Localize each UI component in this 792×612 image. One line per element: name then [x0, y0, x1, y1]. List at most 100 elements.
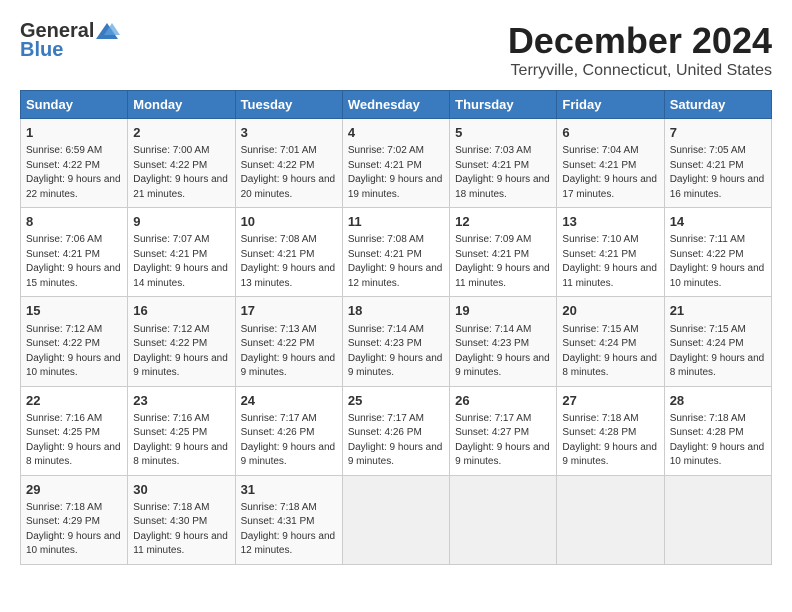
- day-number: 20: [562, 302, 658, 320]
- day-number: 25: [348, 392, 444, 410]
- day-number: 29: [26, 481, 122, 499]
- calendar-cell: 22 Sunrise: 7:16 AMSunset: 4:25 PMDayligh…: [21, 386, 128, 475]
- day-info: Sunrise: 7:18 AMSunset: 4:28 PMDaylight:…: [562, 412, 658, 470]
- calendar-cell: 11Sunrise: 7:08 AMSunset: 4:21 PMDayligh…: [342, 208, 449, 297]
- logo: General Blue: [20, 20, 120, 62]
- day-number: 28: [670, 392, 766, 410]
- calendar-cell: 25Sunrise: 7:17 AMSunset: 4:26 PMDayligh…: [342, 386, 449, 475]
- day-info: Sunrise: 7:18 AMSunset: 4:28 PMDaylight:…: [670, 412, 766, 470]
- day-number: 8: [26, 213, 122, 231]
- day-number: 12: [455, 213, 551, 231]
- day-number: 1: [26, 124, 122, 142]
- calendar-week-2: 8 Sunrise: 7:06 AMSunset: 4:21 PMDaylight…: [21, 208, 772, 297]
- day-info: Sunrise: 7:06 AMSunset: 4:21 PMDaylight:…: [26, 233, 122, 291]
- day-number: 3: [241, 124, 337, 142]
- calendar-cell: 21 Sunrise: 7:15 AMSunset: 4:24 PMDayligh…: [664, 297, 771, 386]
- calendar-cell: 8 Sunrise: 7:06 AMSunset: 4:21 PMDaylight…: [21, 208, 128, 297]
- calendar-week-3: 15Sunrise: 7:12 AMSunset: 4:22 PMDayligh…: [21, 297, 772, 386]
- day-number: 31: [241, 481, 337, 499]
- day-number: 17: [241, 302, 337, 320]
- calendar-body: 1 Sunrise: 6:59 AMSunset: 4:22 PMDaylight…: [21, 119, 772, 565]
- day-info: Sunrise: 7:09 AMSunset: 4:21 PMDaylight:…: [455, 233, 551, 291]
- day-info: Sunrise: 7:10 AMSunset: 4:21 PMDaylight:…: [562, 233, 658, 291]
- calendar-cell: 30Sunrise: 7:18 AMSunset: 4:30 PMDayligh…: [128, 475, 235, 564]
- calendar-cell: 2Sunrise: 7:00 AMSunset: 4:22 PMDaylight…: [128, 119, 235, 208]
- day-info: Sunrise: 7:02 AMSunset: 4:21 PMDaylight:…: [348, 144, 444, 202]
- calendar-cell: 13 Sunrise: 7:10 AMSunset: 4:21 PMDayligh…: [557, 208, 664, 297]
- title-section: December 2024 Terryville, Connecticut, U…: [508, 20, 772, 80]
- calendar-cell: 23Sunrise: 7:16 AMSunset: 4:25 PMDayligh…: [128, 386, 235, 475]
- calendar-cell: 29 Sunrise: 7:18 AMSunset: 4:29 PMDayligh…: [21, 475, 128, 564]
- day-number: 14: [670, 213, 766, 231]
- calendar-cell: 16 Sunrise: 7:12 AMSunset: 4:22 PMDayligh…: [128, 297, 235, 386]
- logo-blue-text: Blue: [20, 39, 63, 62]
- day-info: Sunrise: 7:17 AMSunset: 4:26 PMDaylight:…: [241, 412, 337, 470]
- calendar-week-1: 1 Sunrise: 6:59 AMSunset: 4:22 PMDaylight…: [21, 119, 772, 208]
- day-number: 13: [562, 213, 658, 231]
- day-number: 6: [562, 124, 658, 142]
- day-number: 27: [562, 392, 658, 410]
- day-info: Sunrise: 7:05 AMSunset: 4:21 PMDaylight:…: [670, 144, 766, 202]
- day-number: 2: [133, 124, 229, 142]
- day-info: Sunrise: 7:18 AMSunset: 4:31 PMDaylight:…: [241, 501, 337, 559]
- day-info: Sunrise: 7:01 AMSunset: 4:22 PMDaylight:…: [241, 144, 337, 202]
- calendar-cell: [450, 475, 557, 564]
- calendar-cell: 12 Sunrise: 7:09 AMSunset: 4:21 PMDayligh…: [450, 208, 557, 297]
- day-number: 10: [241, 213, 337, 231]
- calendar-cell: 5Sunrise: 7:03 AMSunset: 4:21 PMDaylight…: [450, 119, 557, 208]
- calendar-cell: 14 Sunrise: 7:11 AMSunset: 4:22 PMDayligh…: [664, 208, 771, 297]
- day-number: 21: [670, 302, 766, 320]
- day-info: Sunrise: 7:07 AMSunset: 4:21 PMDaylight:…: [133, 233, 229, 291]
- calendar-header: SundayMondayTuesdayWednesdayThursdayFrid…: [21, 91, 772, 119]
- day-info: Sunrise: 7:18 AMSunset: 4:29 PMDaylight:…: [26, 501, 122, 559]
- calendar-week-4: 22 Sunrise: 7:16 AMSunset: 4:25 PMDayligh…: [21, 386, 772, 475]
- day-number: 26: [455, 392, 551, 410]
- calendar-cell: 20 Sunrise: 7:15 AMSunset: 4:24 PMDayligh…: [557, 297, 664, 386]
- day-number: 16: [133, 302, 229, 320]
- calendar-cell: 3 Sunrise: 7:01 AMSunset: 4:22 PMDaylight…: [235, 119, 342, 208]
- weekday-header-sunday: Sunday: [21, 91, 128, 119]
- month-title: December 2024: [508, 20, 772, 62]
- calendar-cell: 1 Sunrise: 6:59 AMSunset: 4:22 PMDaylight…: [21, 119, 128, 208]
- calendar-cell: [342, 475, 449, 564]
- day-number: 9: [133, 213, 229, 231]
- day-info: Sunrise: 7:16 AMSunset: 4:25 PMDaylight:…: [26, 412, 122, 470]
- calendar-cell: 19Sunrise: 7:14 AMSunset: 4:23 PMDayligh…: [450, 297, 557, 386]
- calendar-week-5: 29 Sunrise: 7:18 AMSunset: 4:29 PMDayligh…: [21, 475, 772, 564]
- weekday-header-friday: Friday: [557, 91, 664, 119]
- day-number: 22: [26, 392, 122, 410]
- day-info: Sunrise: 7:14 AMSunset: 4:23 PMDaylight:…: [348, 323, 444, 381]
- day-number: 24: [241, 392, 337, 410]
- day-info: Sunrise: 7:13 AMSunset: 4:22 PMDaylight:…: [241, 323, 337, 381]
- day-number: 18: [348, 302, 444, 320]
- calendar-cell: 10Sunrise: 7:08 AMSunset: 4:21 PMDayligh…: [235, 208, 342, 297]
- calendar-cell: 15Sunrise: 7:12 AMSunset: 4:22 PMDayligh…: [21, 297, 128, 386]
- day-number: 30: [133, 481, 229, 499]
- logo-icon: [94, 21, 120, 43]
- day-info: Sunrise: 7:15 AMSunset: 4:24 PMDaylight:…: [562, 323, 658, 381]
- weekday-header-thursday: Thursday: [450, 91, 557, 119]
- location-title: Terryville, Connecticut, United States: [508, 62, 772, 80]
- day-info: Sunrise: 7:11 AMSunset: 4:22 PMDaylight:…: [670, 233, 766, 291]
- calendar-cell: 7 Sunrise: 7:05 AMSunset: 4:21 PMDaylight…: [664, 119, 771, 208]
- calendar-cell: 28 Sunrise: 7:18 AMSunset: 4:28 PMDayligh…: [664, 386, 771, 475]
- calendar-cell: 27 Sunrise: 7:18 AMSunset: 4:28 PMDayligh…: [557, 386, 664, 475]
- calendar-cell: 9 Sunrise: 7:07 AMSunset: 4:21 PMDaylight…: [128, 208, 235, 297]
- weekday-header-wednesday: Wednesday: [342, 91, 449, 119]
- calendar-cell: 4 Sunrise: 7:02 AMSunset: 4:21 PMDaylight…: [342, 119, 449, 208]
- day-info: Sunrise: 7:14 AMSunset: 4:23 PMDaylight:…: [455, 323, 551, 381]
- day-number: 7: [670, 124, 766, 142]
- calendar-table: SundayMondayTuesdayWednesdayThursdayFrid…: [20, 90, 772, 565]
- day-info: Sunrise: 7:15 AMSunset: 4:24 PMDaylight:…: [670, 323, 766, 381]
- day-info: Sunrise: 7:12 AMSunset: 4:22 PMDaylight:…: [133, 323, 229, 381]
- day-number: 5: [455, 124, 551, 142]
- day-info: Sunrise: 6:59 AMSunset: 4:22 PMDaylight:…: [26, 144, 122, 202]
- page-header: General Blue December 2024 Terryville, C…: [20, 20, 772, 80]
- weekday-header-tuesday: Tuesday: [235, 91, 342, 119]
- calendar-cell: 18 Sunrise: 7:14 AMSunset: 4:23 PMDayligh…: [342, 297, 449, 386]
- weekday-header-saturday: Saturday: [664, 91, 771, 119]
- day-number: 4: [348, 124, 444, 142]
- day-number: 11: [348, 213, 444, 231]
- calendar-cell: 26Sunrise: 7:17 AMSunset: 4:27 PMDayligh…: [450, 386, 557, 475]
- day-info: Sunrise: 7:16 AMSunset: 4:25 PMDaylight:…: [133, 412, 229, 470]
